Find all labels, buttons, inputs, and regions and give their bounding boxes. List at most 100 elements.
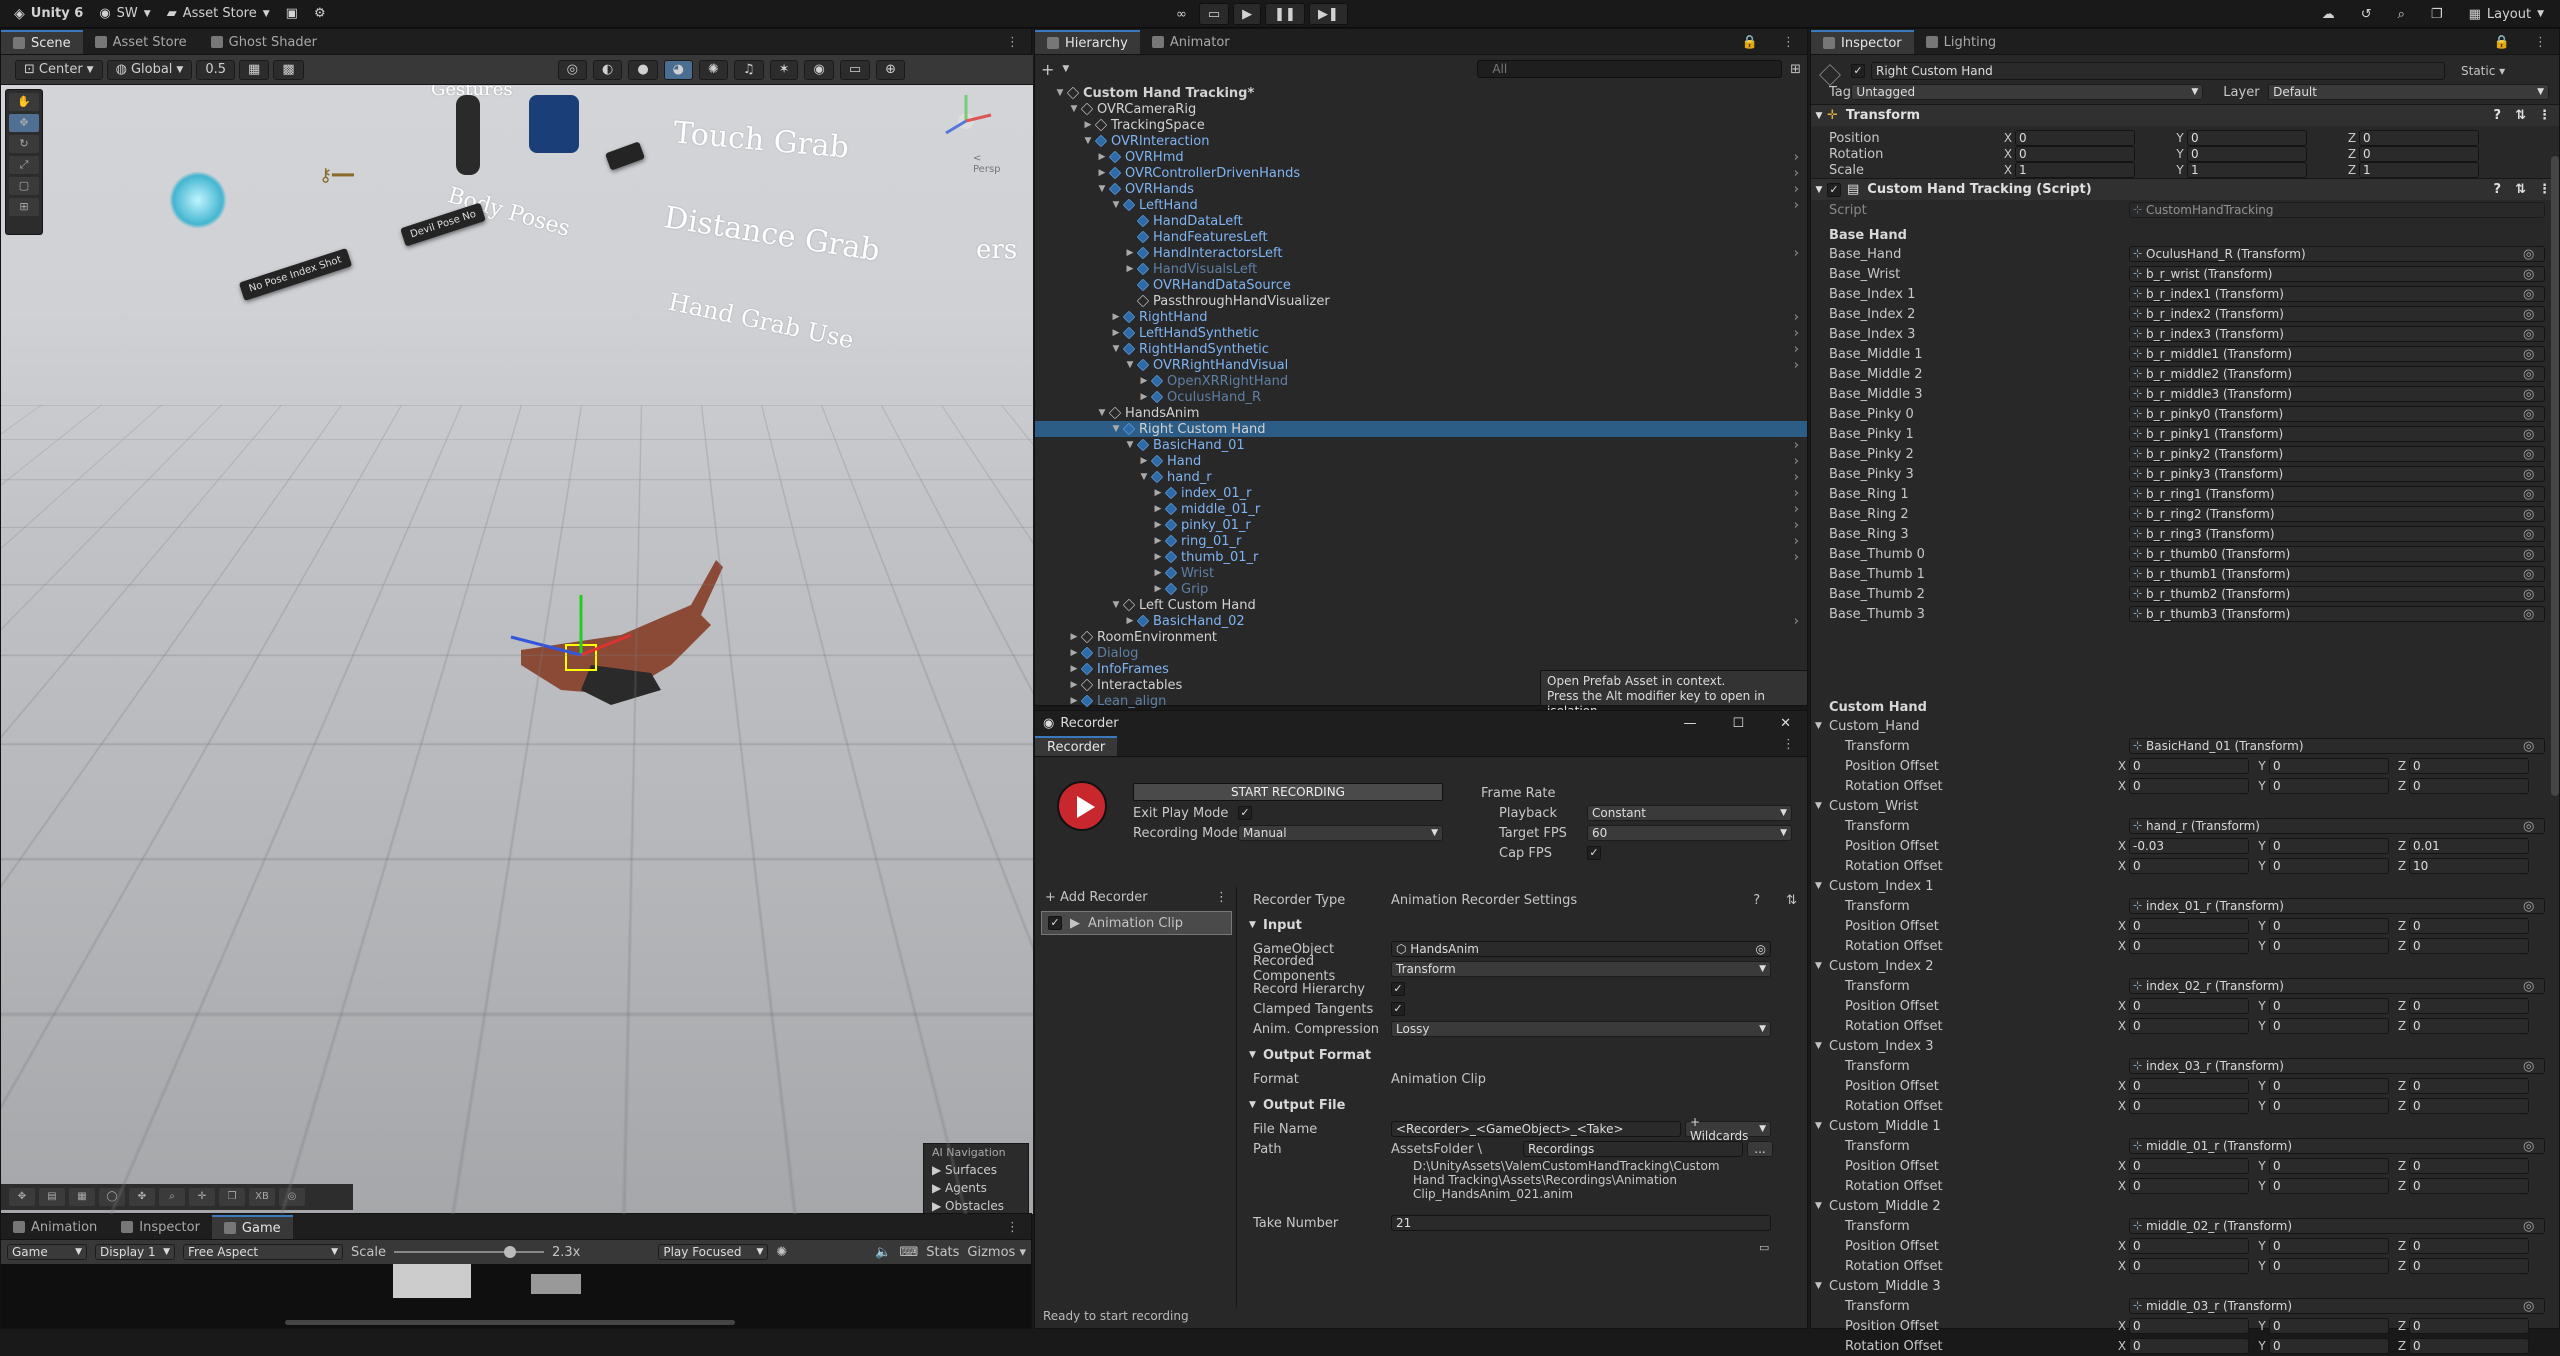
rect-tool-icon[interactable]: ▢ <box>9 177 39 195</box>
anim-compression-dropdown[interactable]: Lossy ▼ <box>1391 1021 1771 1037</box>
hierarchy-row[interactable]: ▶ HandVisualsLeft <box>1035 261 1807 277</box>
offset-x-field[interactable]: X0 <box>2115 858 2249 874</box>
object-reference-field[interactable]: b_r_ring2 (Transform) <box>2129 506 2545 522</box>
offset-y-field[interactable]: Y0 <box>2255 938 2389 954</box>
display-dropdown[interactable]: Display 1 ▼ <box>95 1244 175 1260</box>
collab-button[interactable]: ▣ <box>278 3 306 25</box>
hierarchy-row[interactable]: PassthroughHandVisualizer <box>1035 293 1807 309</box>
offset-x-field[interactable]: X0 <box>2115 1338 2249 1354</box>
collapsed-arrow-icon[interactable]: ▶ <box>1151 520 1165 530</box>
object-reference-field[interactable]: index_03_r (Transform) <box>2129 1058 2545 1074</box>
close-icon[interactable]: ✕ <box>1780 716 1791 731</box>
expanded-arrow-icon[interactable]: ▼ <box>1109 200 1123 210</box>
object-picker-icon[interactable]: ◎ <box>2523 1139 2534 1154</box>
copy-overlay-icon[interactable]: ❐ <box>219 1188 245 1206</box>
layers-button[interactable]: ❐ <box>2423 3 2451 25</box>
input-section[interactable]: ▼ Input <box>1249 915 1805 935</box>
offset-x-field[interactable]: X0 <box>2115 1258 2249 1274</box>
output-file-section[interactable]: ▼ Output File <box>1249 1095 1805 1115</box>
expanded-arrow-icon[interactable]: ▼ <box>1095 184 1109 194</box>
expanded-arrow-icon[interactable]: ▼ <box>1109 600 1123 610</box>
scale-tool-icon[interactable]: ⤢ <box>9 156 39 174</box>
stats-button[interactable]: Stats <box>926 1245 959 1260</box>
offset-y-field[interactable]: Y0 <box>2255 758 2389 774</box>
open-prefab-chevron-icon[interactable]: › <box>1794 502 1799 517</box>
object-picker-icon[interactable]: ◎ <box>2523 819 2534 834</box>
snap-value-field[interactable]: 0.5 <box>196 59 236 80</box>
lock-icon[interactable]: 🔒 <box>1730 30 1770 54</box>
tab-ghost-shader[interactable]: Ghost Shader <box>199 30 329 54</box>
hierarchy-row[interactable]: ▼ OVRCameraRig <box>1035 101 1807 117</box>
offset-x-field[interactable]: X0 <box>2115 938 2249 954</box>
offset-y-field[interactable]: Y0 <box>2255 1318 2389 1334</box>
record-button[interactable] <box>1057 781 1107 831</box>
minimize-icon[interactable]: — <box>1683 716 1696 731</box>
chevron-down-icon[interactable]: ▼ <box>1062 64 1069 74</box>
object-picker-icon[interactable]: ◎ <box>2523 367 2534 382</box>
hand-tool-icon[interactable]: ✋ <box>9 93 39 111</box>
nav-surfaces[interactable]: ▶ Surfaces <box>924 1161 1028 1179</box>
offset-z-field[interactable]: Z0 <box>2395 938 2529 954</box>
custom-group-header[interactable]: ▼ Custom_Index 2 <box>1811 956 2559 976</box>
object-reference-field[interactable]: b_r_thumb3 (Transform) <box>2129 606 2545 622</box>
collapsed-arrow-icon[interactable]: ▶ <box>1123 264 1137 274</box>
keyboard-icon[interactable]: ⌨ <box>899 1245 918 1260</box>
hierarchy-row[interactable]: ▼ LeftHand › <box>1035 197 1807 213</box>
object-picker-icon[interactable]: ◎ <box>2523 467 2534 482</box>
offset-x-field[interactable]: X0 <box>2115 778 2249 794</box>
collapsed-arrow-icon[interactable]: ▶ <box>1067 664 1081 674</box>
offset-z-field[interactable]: Z0 <box>2395 1338 2529 1354</box>
pause-button[interactable]: ❚❚ <box>1265 3 1305 25</box>
play-focused-dropdown[interactable]: Play Focused ▼ <box>658 1244 769 1260</box>
offset-x-field[interactable]: X0 <box>2115 998 2249 1014</box>
offset-z-field[interactable]: Z0 <box>2395 758 2529 774</box>
object-picker-icon[interactable]: ◎ <box>2523 407 2534 422</box>
zoom-overlay-icon[interactable]: ⌕ <box>159 1188 185 1206</box>
object-reference-field[interactable]: middle_03_r (Transform) <box>2129 1298 2545 1314</box>
open-prefab-chevron-icon[interactable]: › <box>1794 486 1799 501</box>
scale-slider-handle[interactable] <box>503 1246 516 1258</box>
expanded-arrow-icon[interactable]: ▼ <box>1137 472 1151 482</box>
collapsed-arrow-icon[interactable]: ▶ <box>1067 648 1081 658</box>
collapsed-arrow-icon[interactable]: ▶ <box>1095 152 1109 162</box>
script-header[interactable]: ▼ ✓ ▤ Custom Hand Tracking (Script)? ⇅ ⋮ <box>1811 178 2559 200</box>
object-reference-field[interactable]: b_r_pinky2 (Transform) <box>2129 446 2545 462</box>
hierarchy-row[interactable]: ▶ BasicHand_02 › <box>1035 613 1807 629</box>
object-reference-field[interactable]: BasicHand_01 (Transform) <box>2129 738 2545 754</box>
offset-z-field[interactable]: Z0 <box>2395 1078 2529 1094</box>
transform-scale-x-field[interactable]: X1 <box>2001 162 2135 178</box>
object-reference-field[interactable]: b_r_middle2 (Transform) <box>2129 366 2545 382</box>
filter-icon[interactable]: ⊞ <box>1790 62 1801 77</box>
offset-x-field[interactable]: X0 <box>2115 1318 2249 1334</box>
object-picker-icon[interactable]: ◎ <box>2523 487 2534 502</box>
expanded-arrow-icon[interactable]: ▼ <box>1081 136 1095 146</box>
circle-overlay-icon[interactable]: ◯ <box>99 1188 125 1206</box>
object-picker-icon[interactable]: ◎ <box>2523 307 2534 322</box>
hierarchy-row[interactable]: ▶ Hand › <box>1035 453 1807 469</box>
link-icon[interactable]: ∞ <box>1168 3 1195 25</box>
shading-wire-icon[interactable]: ◐ <box>592 59 623 80</box>
maximize-icon[interactable]: ☐ <box>1732 716 1744 731</box>
object-picker-icon[interactable]: ◎ <box>2523 899 2534 914</box>
settings-icon[interactable]: ✺ <box>776 1245 787 1260</box>
hierarchy-search-input[interactable]: All <box>1477 60 1783 78</box>
hierarchy-row[interactable]: ▶ RightHand › <box>1035 309 1807 325</box>
custom-group-header[interactable]: ▼ Custom_Hand <box>1811 716 2559 736</box>
hierarchy-row[interactable]: ▶ LeftHandSynthetic › <box>1035 325 1807 341</box>
gizmos-icon[interactable]: ⊕ <box>876 59 906 80</box>
hierarchy-row[interactable]: ▶ Grip <box>1035 581 1807 597</box>
expanded-arrow-icon[interactable]: ▼ <box>1109 344 1123 354</box>
expanded-arrow-icon[interactable]: ▼ <box>1095 408 1109 418</box>
open-prefab-chevron-icon[interactable]: › <box>1794 534 1799 549</box>
object-picker-icon[interactable]: ◎ <box>2523 267 2534 282</box>
hierarchy-row[interactable]: ▼ HandsAnim <box>1035 405 1807 421</box>
grid-overlay-icon[interactable]: ▤ <box>39 1188 65 1206</box>
offset-x-field[interactable]: X0 <box>2115 1098 2249 1114</box>
open-folder-icon[interactable]: ▭ <box>1759 1241 1769 1254</box>
move-tool-icon[interactable]: ✥ <box>9 114 39 132</box>
open-prefab-chevron-icon[interactable]: › <box>1794 182 1799 197</box>
open-prefab-chevron-icon[interactable]: › <box>1794 150 1799 165</box>
active-checkbox[interactable]: ✓ <box>1851 64 1865 78</box>
object-reference-field[interactable]: b_r_pinky1 (Transform) <box>2129 426 2545 442</box>
cap-fps-checkbox[interactable]: ✓ <box>1587 846 1601 860</box>
